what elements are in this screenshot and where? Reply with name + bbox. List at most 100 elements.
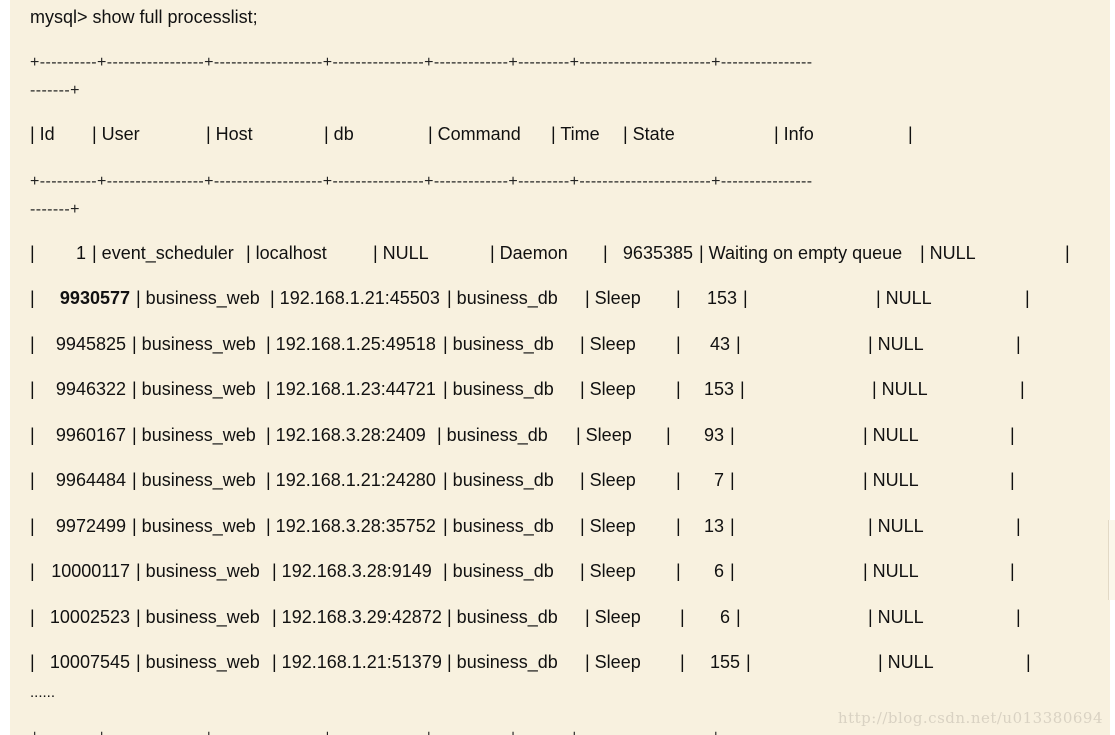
table-border-mid: +----------+-----------------+----------…: [30, 173, 813, 190]
cell-info: | NULL: [863, 561, 919, 581]
cell-user: | business_web: [136, 288, 260, 308]
cell-id: 9972499: [55, 516, 126, 536]
command-prompt-line: mysql> show full processlist;: [30, 7, 258, 27]
table-row-pipe: |: [30, 288, 35, 308]
terminal-output-panel: mysql> show full processlist; +---------…: [10, 0, 1110, 735]
cell-info: | NULL: [878, 652, 934, 672]
cell-end-pipe: |: [1016, 607, 1021, 627]
cell-time-pipe: |: [676, 379, 681, 399]
cell-time: 9635385: [622, 243, 693, 263]
table-row-pipe: |: [30, 561, 35, 581]
cell-time: 6: [719, 607, 730, 627]
cell-info: | NULL: [863, 425, 919, 445]
cell-host: | 192.168.1.25:49518: [266, 334, 436, 354]
header-end: |: [908, 124, 913, 144]
cell-end-pipe: |: [1026, 652, 1031, 672]
cell-host: | 192.168.3.29:42872: [272, 607, 442, 627]
cell-end-pipe: |: [1016, 334, 1021, 354]
cell-info: | NULL: [868, 607, 924, 627]
header-id: | Id: [30, 124, 55, 144]
table-row-pipe: |: [30, 607, 35, 627]
cell-host: | 192.168.3.28:2409: [266, 425, 426, 445]
cell-time: 13: [703, 516, 724, 536]
header-db: | db: [324, 124, 354, 144]
cell-id: 9945825: [55, 334, 126, 354]
more-rows-ellipsis: ......: [30, 684, 56, 701]
cell-time-pipe: |: [666, 425, 671, 445]
cell-host: | 192.168.1.21:51379: [272, 652, 442, 672]
table-row-pipe: |: [30, 470, 35, 490]
cell-id: 10002523: [49, 607, 130, 627]
cell-command: | Daemon: [490, 243, 568, 263]
cell-time-pipe: |: [676, 470, 681, 490]
cell-time: 7: [713, 470, 724, 490]
cell-user: | business_web: [132, 516, 256, 536]
scrollbar[interactable]: [1108, 520, 1115, 600]
cell-command: | Sleep: [580, 516, 636, 536]
cell-user: | business_web: [136, 607, 260, 627]
table-row-pipe: |: [30, 652, 35, 672]
cell-command: | Sleep: [576, 425, 632, 445]
cell-host: | localhost: [246, 243, 327, 263]
cell-host: | 192.168.3.28:9149: [272, 561, 432, 581]
cell-end-pipe: |: [1016, 516, 1021, 536]
cell-command: | Sleep: [580, 334, 636, 354]
header-user: | User: [92, 124, 140, 144]
cell-info: | NULL: [876, 288, 932, 308]
cell-time-pipe: |: [676, 334, 681, 354]
cell-time-pipe: |: [603, 243, 608, 263]
table-row-pipe: |: [30, 379, 35, 399]
table-border-top: +----------+-----------------+----------…: [30, 54, 813, 71]
cell-end-pipe: |: [1010, 425, 1015, 445]
cell-db: | business_db: [443, 379, 554, 399]
cell-db: | business_db: [447, 652, 558, 672]
header-host: | Host: [206, 124, 253, 144]
cell-state: |: [736, 607, 746, 627]
cell-time-pipe: |: [676, 516, 681, 536]
cell-user: | business_web: [132, 379, 256, 399]
cell-host: | 192.168.3.28:35752: [266, 516, 436, 536]
table-row-pipe: |: [30, 425, 35, 445]
table-row-pipe: |: [30, 243, 35, 263]
cell-db: | business_db: [443, 334, 554, 354]
cell-id: 9960167: [55, 425, 126, 445]
cell-state: |: [740, 379, 750, 399]
table-border-mid-wrap: -------+: [30, 201, 80, 218]
cell-command: | Sleep: [580, 379, 636, 399]
table-border-top-wrap: -------+: [30, 82, 80, 99]
cell-host: | 192.168.1.21:24280: [266, 470, 436, 490]
cell-command: | Sleep: [585, 288, 641, 308]
cell-end-pipe: |: [1065, 243, 1070, 263]
cell-time: 93: [703, 425, 724, 445]
cell-user: | business_web: [132, 470, 256, 490]
cell-state: |: [730, 425, 740, 445]
blog-watermark: http://blog.csdn.net/u013380694: [837, 709, 1103, 727]
cell-command: | Sleep: [580, 561, 636, 581]
cell-user: | business_web: [132, 334, 256, 354]
cell-state: |: [736, 334, 746, 354]
table-row-pipe: |: [30, 516, 35, 536]
cell-state: |: [746, 652, 756, 672]
header-command: | Command: [428, 124, 521, 144]
cell-user: | business_web: [132, 425, 256, 445]
cell-time-pipe: |: [680, 607, 685, 627]
cell-info: | NULL: [920, 243, 976, 263]
cell-end-pipe: |: [1010, 561, 1015, 581]
table-row-pipe: |: [30, 334, 35, 354]
cell-time: 153: [703, 379, 734, 399]
cell-time: 6: [713, 561, 724, 581]
cell-id: 9930577: [59, 288, 130, 308]
cell-time: 43: [709, 334, 730, 354]
header-state: | State: [623, 124, 675, 144]
cell-info: | NULL: [868, 516, 924, 536]
cell-end-pipe: |: [1020, 379, 1025, 399]
cell-host: | 192.168.1.21:45503: [270, 288, 440, 308]
cell-db: | business_db: [447, 607, 558, 627]
cell-state: | Waiting on empty queue: [699, 243, 903, 263]
cell-time: 153: [706, 288, 737, 308]
cell-end-pipe: |: [1025, 288, 1030, 308]
cell-info: | NULL: [868, 334, 924, 354]
cell-id: 10000117: [51, 561, 130, 581]
cell-db: | NULL: [373, 243, 429, 263]
cell-state: |: [743, 288, 753, 308]
